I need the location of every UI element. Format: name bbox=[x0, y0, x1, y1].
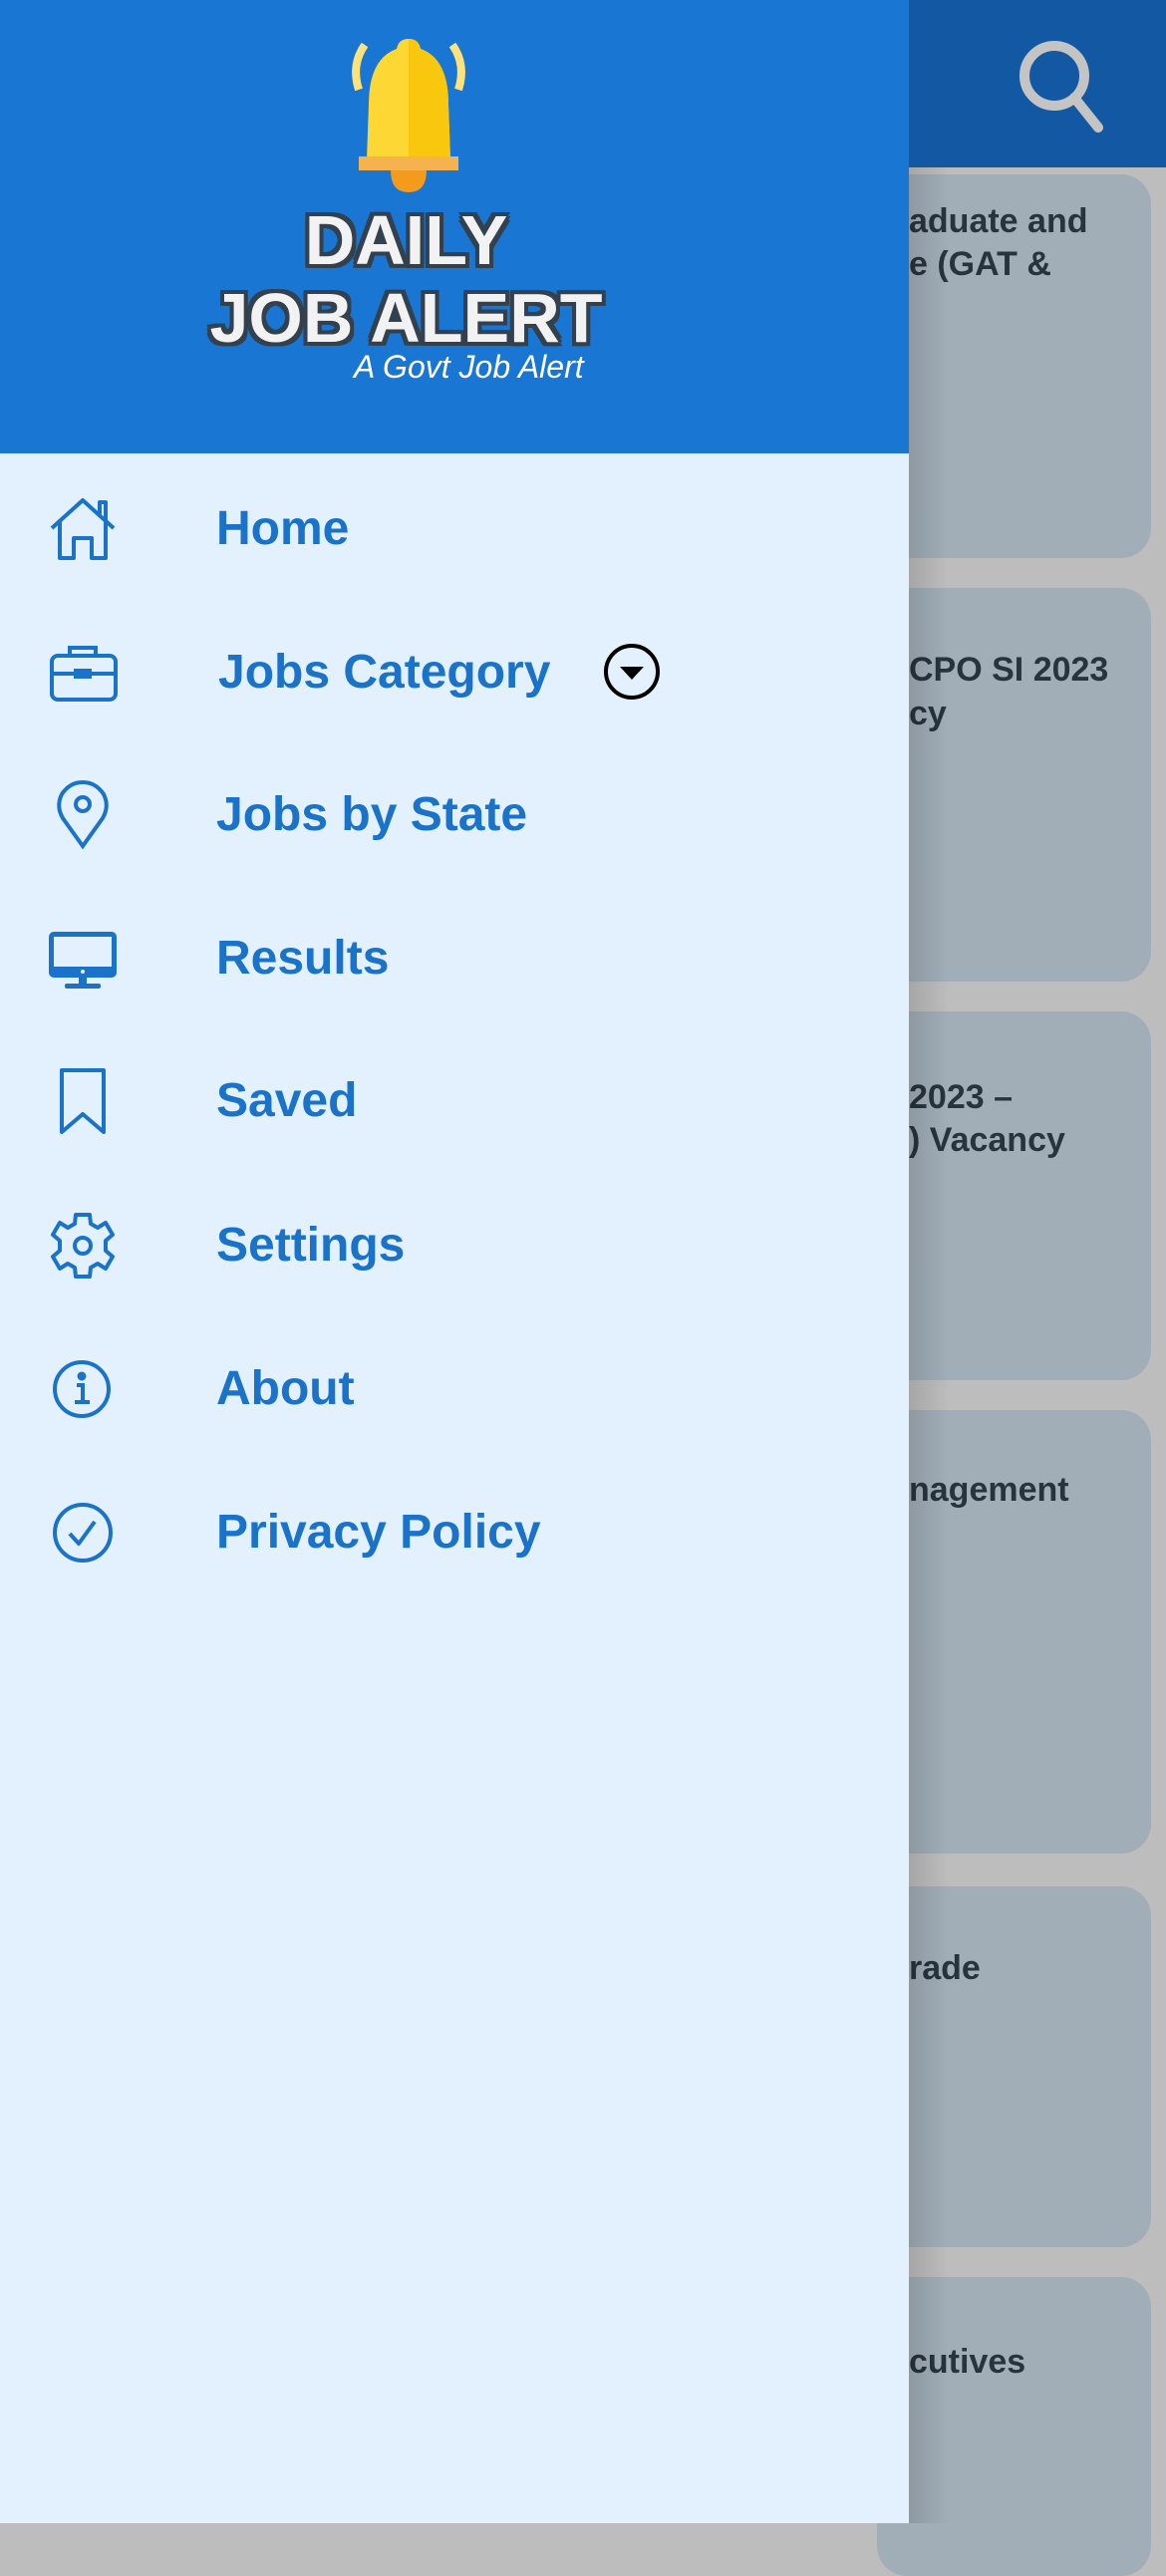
drawer-item-privacy-policy[interactable]: Privacy Policy bbox=[0, 1465, 909, 1594]
navigation-drawer: DAILY JOB ALERT A Govt Job Alert Home Jo… bbox=[0, 0, 909, 2523]
drawer-item-label: Home bbox=[216, 502, 350, 555]
dropdown-circle-icon[interactable] bbox=[603, 643, 661, 701]
monitor-icon bbox=[49, 932, 117, 989]
drawer-item-label: Privacy Policy bbox=[216, 1506, 541, 1559]
drawer-item-home[interactable]: Home bbox=[0, 461, 909, 591]
drawer-item-jobs-category[interactable]: Jobs Category bbox=[0, 605, 909, 734]
drawer-item-label: Results bbox=[216, 932, 390, 985]
drawer-item-label: Jobs by State bbox=[216, 788, 528, 841]
info-icon bbox=[53, 1360, 111, 1418]
briefcase-icon bbox=[50, 646, 118, 702]
drawer-item-about[interactable]: About bbox=[0, 1321, 909, 1451]
drawer-item-results[interactable]: Results bbox=[0, 891, 909, 1020]
drawer-item-jobs-by-state[interactable]: Jobs by State bbox=[0, 747, 909, 877]
drawer-item-label: About bbox=[216, 1362, 355, 1415]
home-icon bbox=[50, 498, 116, 560]
drawer-item-settings[interactable]: Settings bbox=[0, 1178, 909, 1307]
check-circle-icon bbox=[53, 1503, 113, 1563]
drawer-item-label: Settings bbox=[216, 1219, 406, 1272]
drawer-item-saved[interactable]: Saved bbox=[0, 1033, 909, 1163]
search-icon[interactable] bbox=[1007, 36, 1116, 136]
drawer-item-label: Saved bbox=[216, 1074, 358, 1127]
app-logo: DAILY JOB ALERT A Govt Job Alert bbox=[184, 0, 628, 453]
bookmark-icon bbox=[60, 1068, 106, 1134]
bell-icon bbox=[352, 39, 465, 192]
drawer-item-label: Jobs Category bbox=[218, 646, 551, 699]
drawer-shadow bbox=[909, 167, 949, 2523]
drawer-header: DAILY JOB ALERT A Govt Job Alert bbox=[0, 0, 909, 453]
location-pin-icon bbox=[57, 780, 109, 850]
gear-icon bbox=[51, 1213, 115, 1279]
